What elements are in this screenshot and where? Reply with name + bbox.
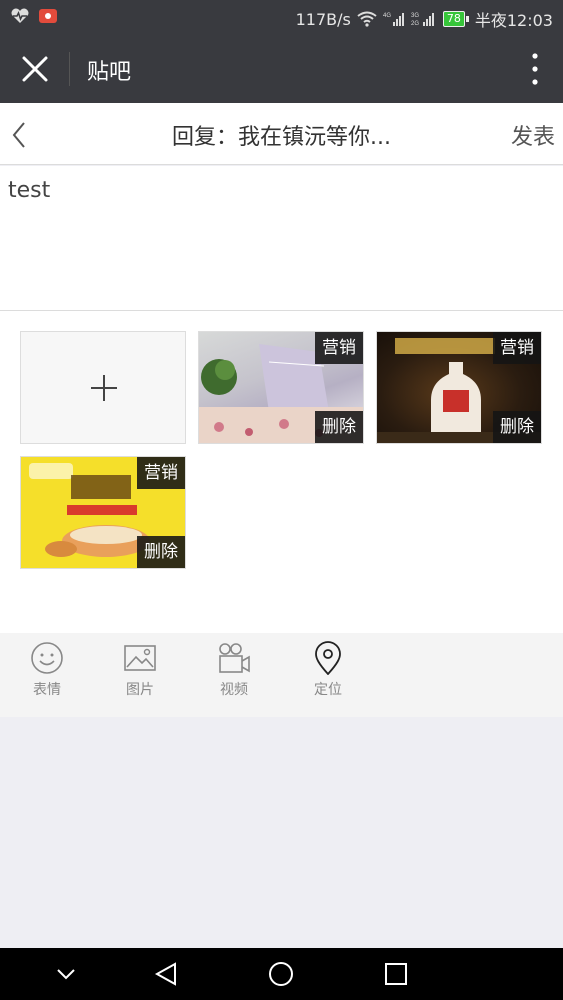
title-divider xyxy=(69,52,70,86)
app-title-bar: 贴吧 xyxy=(0,34,563,103)
battery-tip xyxy=(465,16,469,22)
svg-text:4G: 4G xyxy=(383,13,391,19)
image-thumbnail-3[interactable]: 营销 删除 xyxy=(20,456,186,569)
back-triangle-icon[interactable] xyxy=(153,960,181,988)
marketing-tag[interactable]: 营销 xyxy=(137,457,185,490)
chevron-down-icon[interactable] xyxy=(52,960,80,988)
emoji-label: 表情 xyxy=(33,682,61,698)
status-bar: 117B/s 4G 3G 2G 78 半夜12:03 xyxy=(0,0,563,34)
delete-button[interactable]: 删除 xyxy=(493,410,541,443)
add-image-button[interactable] xyxy=(20,331,186,444)
location-pin-icon xyxy=(315,641,341,675)
image-label: 图片 xyxy=(126,682,154,698)
image-icon xyxy=(124,645,156,671)
battery-level: 78 xyxy=(442,11,465,27)
video-camera-icon xyxy=(219,643,250,673)
signal-3g-icon: 3G 2G xyxy=(411,13,434,27)
marketing-tag[interactable]: 营销 xyxy=(315,332,363,365)
emoji-button[interactable]: 表情 xyxy=(12,641,82,699)
location-label: 定位 xyxy=(314,682,342,698)
reply-text-input[interactable]: test xyxy=(0,166,563,311)
delete-button[interactable]: 删除 xyxy=(315,410,363,443)
app-title: 贴吧 xyxy=(87,60,132,85)
video-label: 视频 xyxy=(220,682,248,698)
reply-nav-bar: 回复：我在镇沅等你... 发表 xyxy=(0,103,563,165)
image-button[interactable]: 图片 xyxy=(105,641,175,699)
signal-4g-icon: 4G xyxy=(383,13,404,26)
heart-rate-icon xyxy=(11,8,29,23)
baidu-app-icon xyxy=(39,9,57,23)
marketing-tag[interactable]: 营销 xyxy=(493,332,541,365)
image-thumbnail-2[interactable]: 营销 删除 xyxy=(376,331,542,444)
wifi-icon xyxy=(357,11,377,27)
empty-panel xyxy=(0,717,563,948)
plus-icon xyxy=(91,375,117,401)
image-gallery: 营销 删除 营销 删除 营销 删除 xyxy=(0,311,563,633)
network-speed: 117B/s xyxy=(295,9,351,29)
home-circle-icon[interactable] xyxy=(267,960,295,988)
recents-square-icon[interactable] xyxy=(382,960,410,988)
compose-toolbar: 表情 图片 视频 定位 xyxy=(0,633,563,717)
system-nav-bar xyxy=(0,948,563,1000)
delete-button[interactable]: 删除 xyxy=(137,535,185,568)
smiley-icon xyxy=(31,642,63,674)
clock: 半夜12:03 xyxy=(474,11,553,30)
more-vertical-icon[interactable] xyxy=(529,52,541,86)
svg-text:3G: 3G xyxy=(411,13,419,19)
battery-indicator: 78 xyxy=(442,11,469,27)
image-thumbnail-1[interactable]: 营销 删除 xyxy=(198,331,364,444)
close-icon[interactable] xyxy=(20,54,50,84)
publish-button[interactable]: 发表 xyxy=(511,119,555,151)
page-title: 回复：我在镇沅等你... xyxy=(172,125,391,150)
video-button[interactable]: 视频 xyxy=(199,641,269,699)
location-button[interactable]: 定位 xyxy=(293,641,363,699)
svg-text:2G: 2G xyxy=(411,21,419,27)
